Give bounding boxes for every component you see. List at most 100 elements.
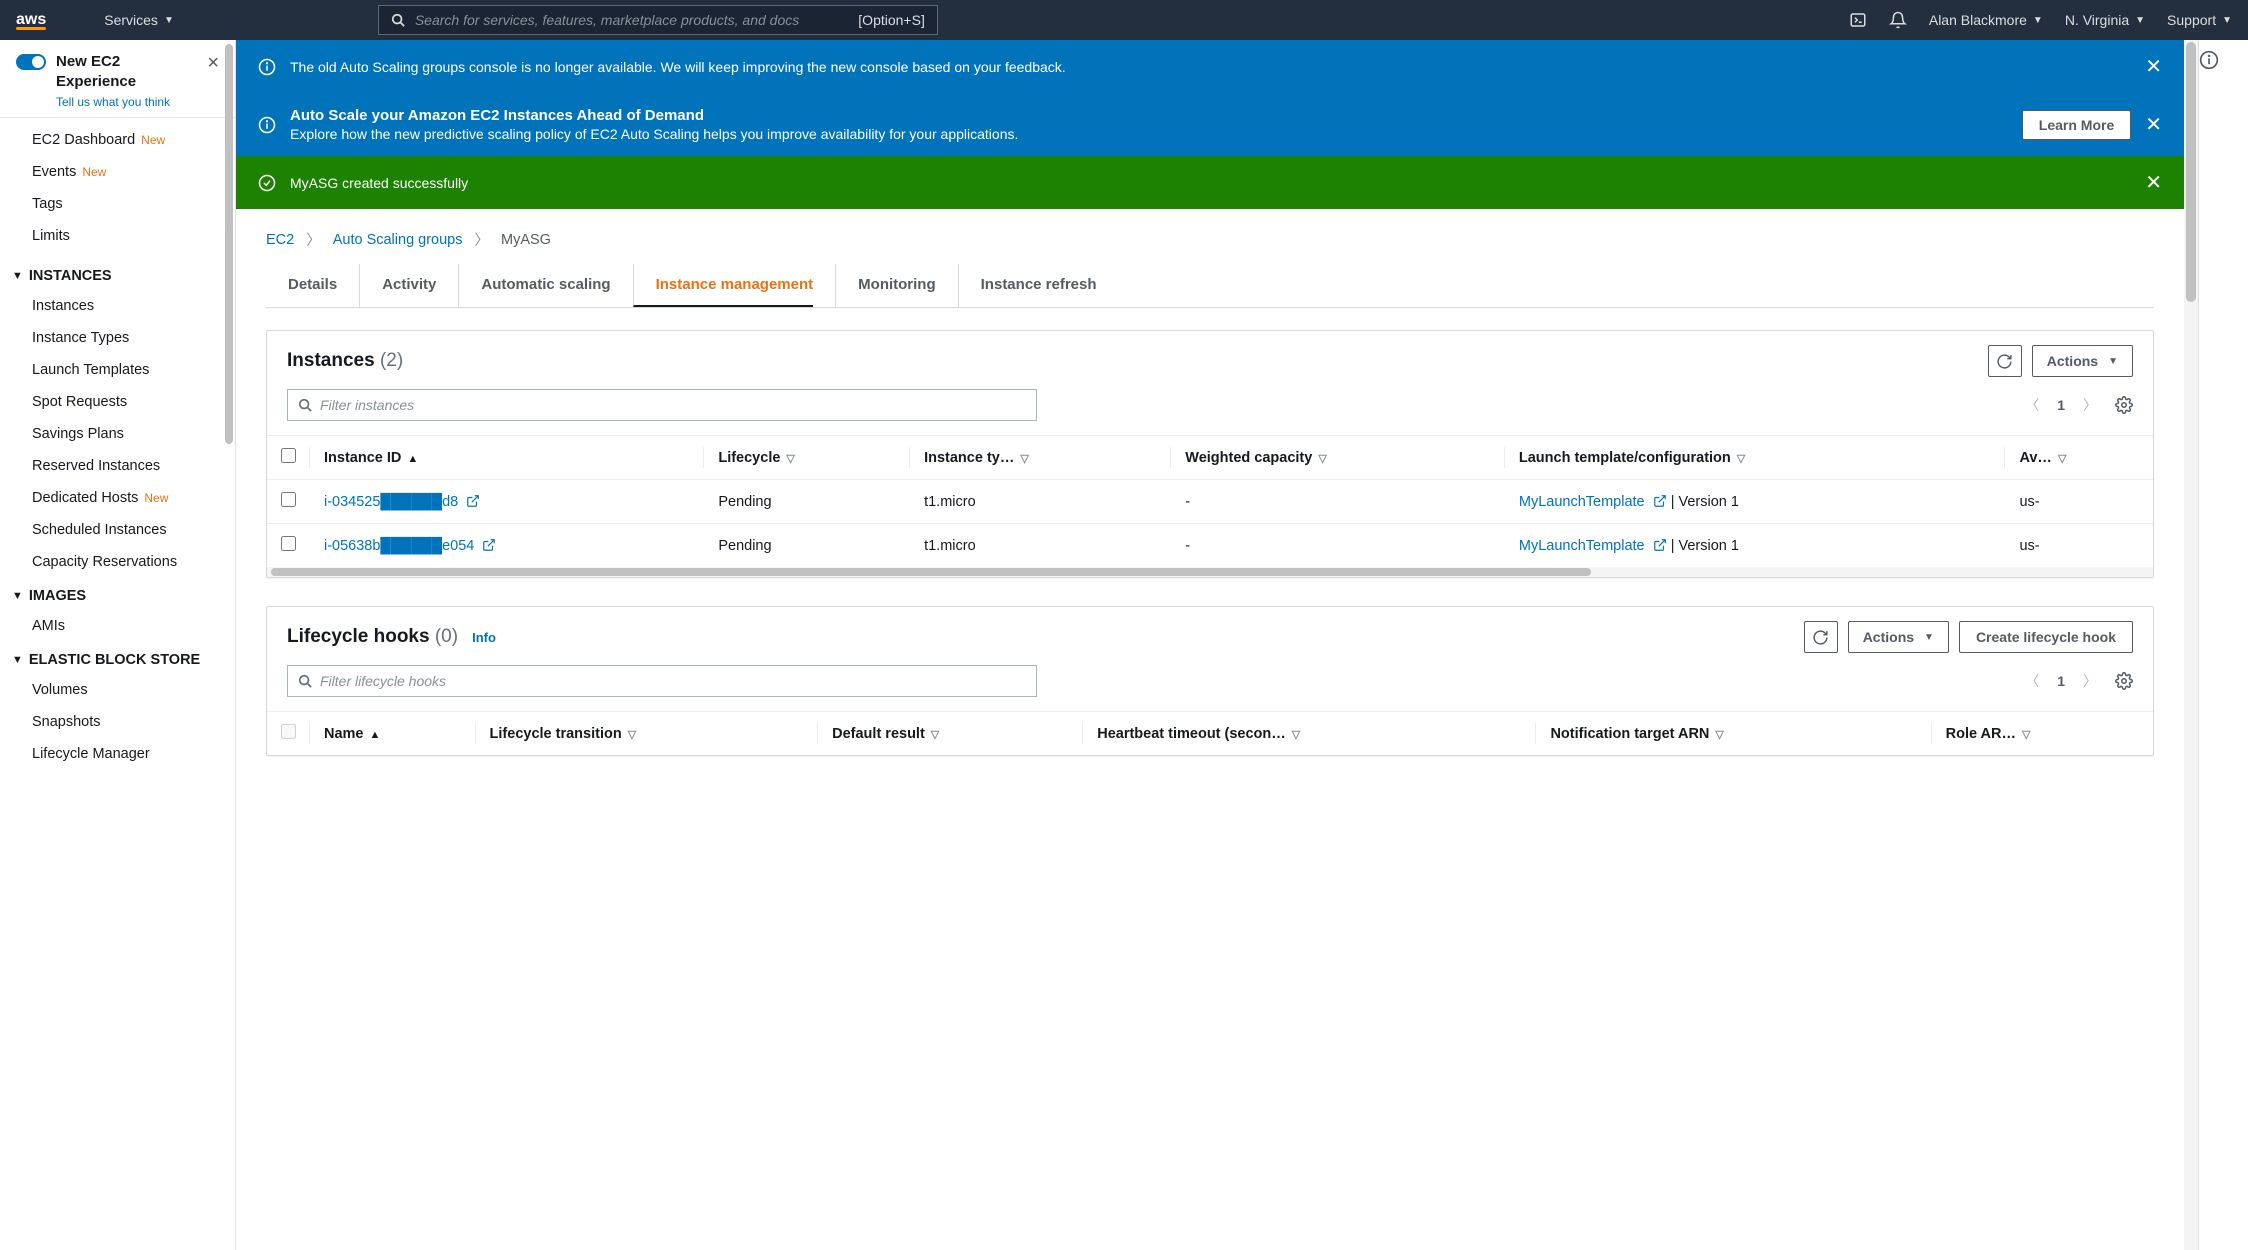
scrollbar-thumb[interactable]: [225, 44, 233, 444]
create-lifecycle-hook-button[interactable]: Create lifecycle hook: [1959, 621, 2133, 653]
sidebar-item[interactable]: Limits: [0, 220, 235, 252]
tab[interactable]: Instance management: [633, 264, 814, 307]
sidebar-item[interactable]: AMIs: [0, 610, 235, 642]
external-link-icon[interactable]: [1653, 494, 1667, 509]
settings-icon[interactable]: [2115, 396, 2133, 414]
sidebar-item[interactable]: Launch Templates: [0, 354, 235, 386]
actions-dropdown[interactable]: Actions▼: [2032, 345, 2133, 377]
info-icon[interactable]: [2199, 50, 2248, 70]
search-icon: [391, 13, 405, 27]
sidebar-item[interactable]: Reserved Instances: [0, 450, 235, 482]
sidebar-item[interactable]: Lifecycle Manager: [0, 738, 235, 770]
sidebar-item[interactable]: Instance Types: [0, 322, 235, 354]
banner-title: Auto Scale your Amazon EC2 Instances Ahe…: [290, 107, 2008, 124]
close-icon[interactable]: ×: [207, 52, 219, 75]
close-icon[interactable]: ✕: [2145, 170, 2162, 195]
sidebar-item[interactable]: Instances: [0, 290, 235, 322]
close-icon[interactable]: ✕: [2145, 112, 2162, 137]
horizontal-scrollbar[interactable]: [267, 567, 2153, 577]
breadcrumb-ec2[interactable]: EC2: [266, 232, 294, 248]
support-menu[interactable]: Support▼: [2167, 12, 2232, 28]
select-all-checkbox[interactable]: [281, 448, 296, 463]
select-all-checkbox: [281, 724, 296, 739]
filter-instances-input[interactable]: Filter instances: [287, 389, 1037, 421]
settings-icon[interactable]: [2115, 672, 2133, 690]
row-checkbox[interactable]: [281, 536, 296, 551]
column-header[interactable]: Lifecycle transition▽: [476, 712, 819, 756]
column-header[interactable]: Weighted capacity▽: [1171, 436, 1505, 480]
sidebar-item[interactable]: EC2 DashboardNew: [0, 124, 235, 156]
tab[interactable]: Instance refresh: [958, 264, 1097, 307]
lifecycle-hooks-panel: Lifecycle hooks (0) Info Actions▼ Create…: [266, 606, 2154, 756]
column-header[interactable]: Name▲: [310, 712, 476, 756]
column-header[interactable]: Instance ID▲: [310, 436, 704, 480]
page-number: 1: [2057, 397, 2065, 413]
search-placeholder: Search for services, features, marketpla…: [415, 12, 848, 28]
aws-logo[interactable]: aws: [16, 11, 80, 29]
tab[interactable]: Activity: [359, 264, 436, 307]
learn-more-button[interactable]: Learn More: [2022, 110, 2131, 140]
feedback-link[interactable]: Tell us what you think: [56, 95, 170, 109]
info-link[interactable]: Info: [472, 630, 496, 645]
sidebar-item[interactable]: Snapshots: [0, 706, 235, 738]
help-panel-toggle[interactable]: [2198, 40, 2248, 1250]
launch-template-link[interactable]: MyLaunchTemplate: [1519, 538, 1645, 554]
column-header[interactable]: Lifecycle▽: [704, 436, 910, 480]
sidebar-item[interactable]: Tags: [0, 188, 235, 220]
tab-bar: Details Activity Automatic scaling Instance…: [266, 264, 2154, 308]
column-header[interactable]: Notification target ARN▽: [1536, 712, 1931, 756]
sidebar-item[interactable]: Spot Requests: [0, 386, 235, 418]
filter-hooks-input[interactable]: Filter lifecycle hooks: [287, 665, 1037, 697]
sidebar-item[interactable]: Dedicated HostsNew: [0, 482, 235, 514]
sidebar-item[interactable]: Savings Plans: [0, 418, 235, 450]
sidebar-group-header[interactable]: ▼ IMAGES: [0, 578, 235, 610]
next-page[interactable]: 〉: [2083, 671, 2097, 691]
column-header[interactable]: Instance ty…▽: [910, 436, 1171, 480]
region-menu[interactable]: N. Virginia▼: [2065, 12, 2145, 28]
column-header[interactable]: Heartbeat timeout (secon…▽: [1083, 712, 1536, 756]
column-header[interactable]: Role AR…▽: [1932, 712, 2153, 756]
instance-id-link[interactable]: i-05638b██████e054: [324, 538, 474, 554]
next-page[interactable]: 〉: [2083, 395, 2097, 415]
hooks-table: Name▲Lifecycle transition▽Default result…: [267, 711, 2153, 755]
tab[interactable]: Monitoring: [835, 264, 935, 307]
column-header[interactable]: Default result▽: [818, 712, 1083, 756]
tab[interactable]: Details: [288, 264, 337, 307]
sidebar-item[interactable]: Volumes: [0, 674, 235, 706]
success-banner: MyASG created successfully ✕: [236, 156, 2184, 209]
sidebar-item[interactable]: Scheduled Instances: [0, 514, 235, 546]
page-number: 1: [2057, 673, 2065, 689]
actions-dropdown[interactable]: Actions▼: [1848, 621, 1949, 653]
launch-template-link[interactable]: MyLaunchTemplate: [1519, 494, 1645, 510]
prev-page[interactable]: 〈: [2025, 395, 2039, 415]
sidebar-item[interactable]: Capacity Reservations: [0, 546, 235, 578]
sidebar-item[interactable]: EventsNew: [0, 156, 235, 188]
refresh-button[interactable]: [1988, 345, 2022, 377]
column-header[interactable]: Av…▽: [2005, 436, 2153, 480]
external-link-icon[interactable]: [482, 538, 496, 553]
breadcrumb-asg[interactable]: Auto Scaling groups: [333, 232, 463, 248]
instance-id-link[interactable]: i-034525██████d8: [324, 494, 458, 510]
notifications-icon[interactable]: [1889, 11, 1907, 29]
tab[interactable]: Automatic scaling: [458, 264, 610, 307]
column-header[interactable]: Launch template/configuration▽: [1505, 436, 2006, 480]
sidebar-group-header[interactable]: ▼ ELASTIC BLOCK STORE: [0, 642, 235, 674]
cloudshell-icon[interactable]: [1849, 11, 1867, 29]
global-search[interactable]: Search for services, features, marketpla…: [378, 5, 938, 35]
chevron-right-icon: 〉: [475, 229, 490, 250]
services-menu[interactable]: Services▼: [104, 12, 174, 28]
prev-page[interactable]: 〈: [2025, 671, 2039, 691]
banner-message: The old Auto Scaling groups console is n…: [290, 59, 2131, 75]
scrollbar-thumb[interactable]: [2186, 42, 2196, 302]
sidebar-group-header[interactable]: ▼ INSTANCES: [0, 258, 235, 290]
row-checkbox[interactable]: [281, 492, 296, 507]
account-menu[interactable]: Alan Blackmore▼: [1929, 12, 2043, 28]
info-icon: [258, 58, 276, 76]
new-experience-toggle[interactable]: [16, 54, 46, 70]
external-link-icon[interactable]: [466, 494, 480, 509]
success-icon: [258, 174, 276, 192]
refresh-button[interactable]: [1804, 621, 1838, 653]
sidebar: New EC2Experience Tell us what you think…: [0, 40, 236, 1250]
close-icon[interactable]: ✕: [2145, 54, 2162, 79]
external-link-icon[interactable]: [1653, 538, 1667, 553]
